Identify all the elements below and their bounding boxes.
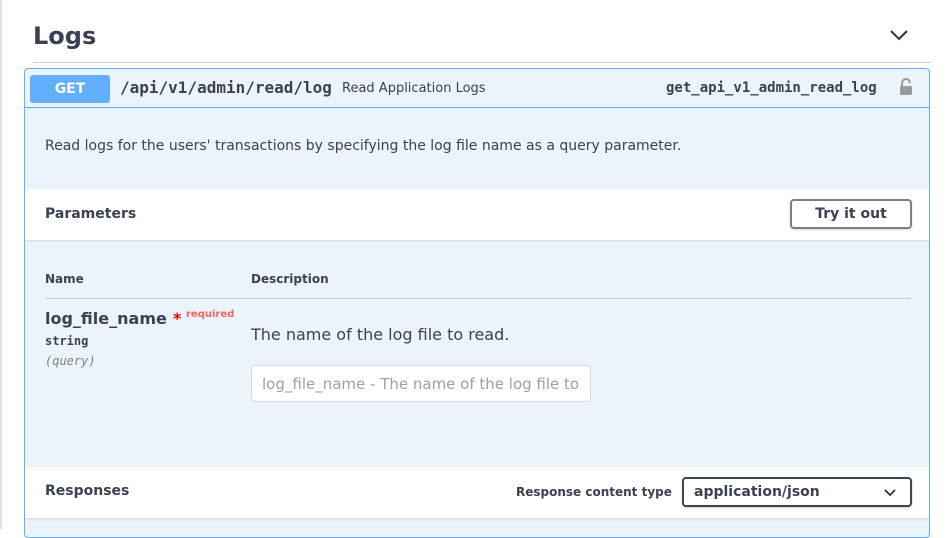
parameters-header: Parameters Try it out (25, 189, 929, 240)
operation-id: get_api_v1_admin_read_log (666, 80, 877, 96)
chevron-down-icon[interactable] (889, 25, 909, 45)
section-title: Logs (33, 22, 97, 50)
content-type-select[interactable]: application/json (682, 477, 912, 507)
parameter-location: (query) (45, 354, 96, 368)
chevron-down-icon (884, 489, 896, 497)
operation-description: Read logs for the users' transactions by… (45, 138, 682, 154)
try-it-out-button[interactable]: Try it out (790, 199, 912, 229)
content-type-value: application/json (694, 484, 820, 500)
required-label: required (186, 309, 235, 320)
responses-header: Responses Response content type applicat… (25, 467, 929, 518)
operation-summary-text: Read Application Logs (342, 81, 486, 96)
parameter-description: The name of the log file to read. (251, 325, 510, 344)
table-divider (45, 298, 911, 299)
responses-title: Responses (45, 483, 130, 499)
operation-summary[interactable]: GET /api/v1/admin/read/log Read Applicat… (25, 69, 929, 108)
parameter-type: string (45, 334, 89, 348)
lock-icon[interactable] (898, 78, 914, 96)
column-header-description: Description (251, 272, 329, 286)
content-type-label: Response content type (516, 485, 672, 499)
parameter-name: log_file_name (45, 309, 167, 328)
section-header[interactable]: Logs (33, 0, 931, 63)
operation-path: /api/v1/admin/read/log (120, 78, 332, 97)
method-badge: GET (30, 75, 110, 103)
left-border (0, 0, 2, 529)
log-file-name-input[interactable] (251, 365, 591, 402)
parameters-title: Parameters (45, 206, 137, 222)
column-header-name: Name (45, 272, 84, 286)
operation-block: GET /api/v1/admin/read/log Read Applicat… (24, 68, 930, 538)
required-star: * (173, 309, 182, 328)
